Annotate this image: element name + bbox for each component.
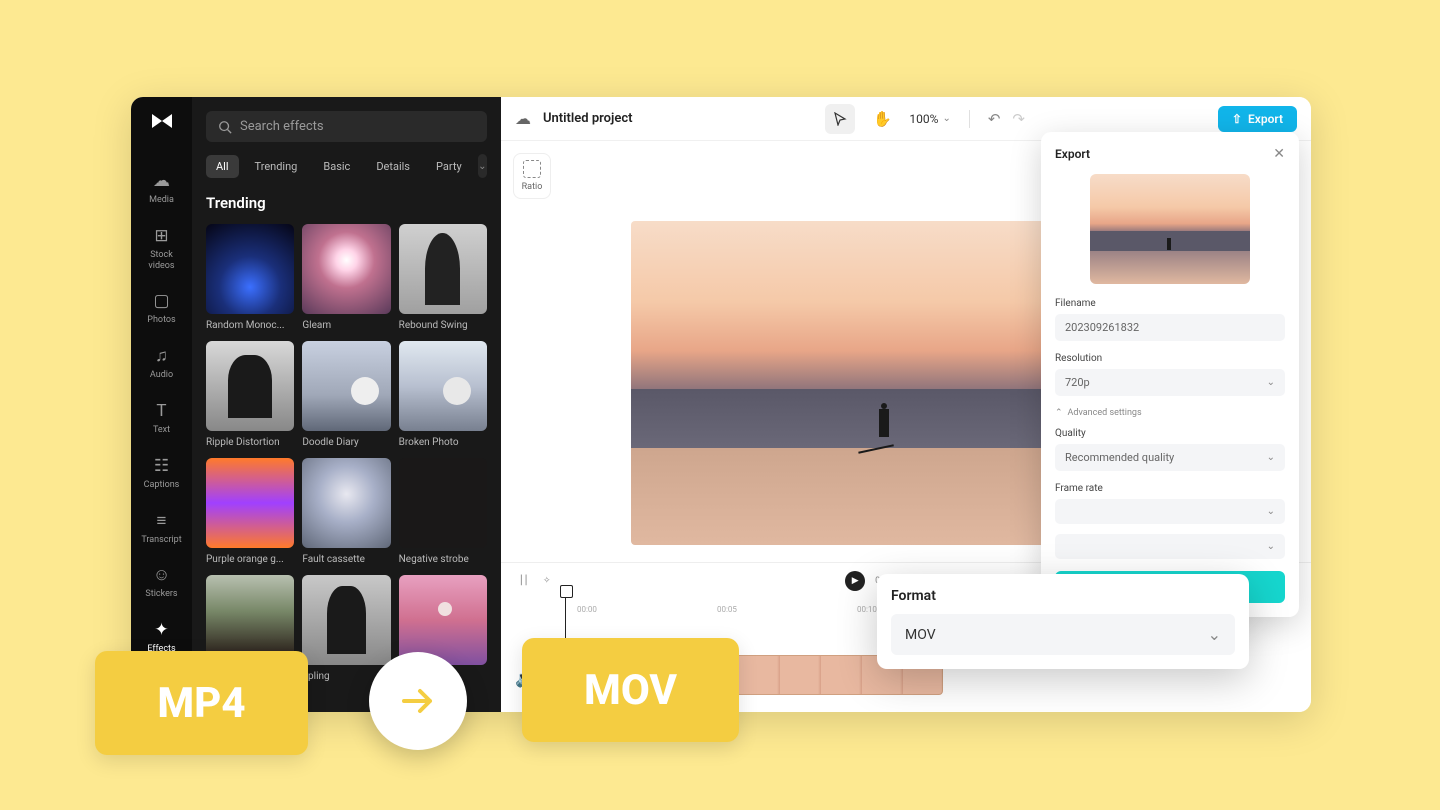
chevron-down-icon: ⌄	[1267, 452, 1275, 463]
play-button[interactable]: ▶	[845, 571, 865, 591]
effect-thumb	[206, 341, 294, 431]
rail-audio[interactable]: ♫Audio	[131, 336, 192, 391]
search-icon	[218, 120, 232, 134]
filter-all[interactable]: All	[206, 155, 239, 178]
rail-stock-videos[interactable]: ⊞Stock videos	[131, 216, 192, 282]
zoom-control[interactable]: 100%⌄	[909, 112, 950, 126]
rail-media[interactable]: ☁Media	[131, 161, 192, 216]
cursor-tool[interactable]	[825, 104, 855, 134]
export-preview	[1090, 174, 1250, 284]
sparkle-icon: ✦	[154, 620, 168, 640]
chevron-down-icon: ⌄	[1208, 625, 1221, 644]
cloud-icon: ☁	[153, 171, 170, 191]
effects-panel: Search effects All Trending Basic Detail…	[192, 97, 501, 712]
captions-icon: ☷	[154, 456, 169, 476]
effect-thumb	[302, 458, 390, 548]
effect-thumb	[302, 575, 390, 665]
effect-item[interactable]: Purple orange g...	[206, 458, 294, 565]
chevron-down-icon: ⌄	[1267, 541, 1275, 552]
quality-label: Quality	[1055, 428, 1285, 439]
cloud-sync-icon[interactable]: ☁	[515, 109, 531, 128]
rail-transcript[interactable]: ≡Transcript	[131, 501, 192, 556]
rail-captions[interactable]: ☷Captions	[131, 446, 192, 501]
effect-item[interactable]: Random Monoc...	[206, 224, 294, 331]
effect-thumb	[206, 458, 294, 548]
search-input[interactable]: Search effects	[206, 111, 487, 142]
extra-select[interactable]: ⌄	[1055, 534, 1285, 559]
filter-more[interactable]: ⌄	[478, 154, 487, 178]
chevron-up-icon: ⌃	[1055, 408, 1063, 418]
rail-stickers[interactable]: ☺Stickers	[131, 555, 192, 610]
effect-thumb	[302, 341, 390, 431]
effects-grid: Random Monoc... Gleam Rebound Swing Ripp…	[206, 224, 487, 682]
effect-item[interactable]: Broken Photo	[399, 341, 487, 448]
app-window: ☁Media ⊞Stock videos ▢Photos ♫Audio TTex…	[131, 97, 1311, 712]
rail-text[interactable]: TText	[131, 391, 192, 446]
filter-trending[interactable]: Trending	[245, 155, 308, 178]
effect-thumb	[399, 224, 487, 314]
app-logo[interactable]	[148, 111, 176, 131]
split-icon[interactable]: ⎮⎮	[519, 576, 528, 586]
ratio-tool[interactable]: Ratio	[513, 153, 551, 199]
image-icon: ▢	[153, 291, 169, 311]
export-button[interactable]: ⇧Export	[1218, 106, 1297, 132]
cursor-icon	[833, 112, 847, 126]
chevron-down-icon: ⌄	[942, 113, 950, 124]
export-title: Export	[1055, 147, 1090, 161]
search-placeholder: Search effects	[240, 119, 324, 134]
filename-input[interactable]	[1055, 314, 1285, 341]
delete-icon[interactable]: ✧	[543, 576, 551, 586]
quality-select[interactable]: Recommended quality⌄	[1055, 444, 1285, 471]
chevron-down-icon: ⌄	[1267, 377, 1275, 388]
framerate-label: Frame rate	[1055, 483, 1285, 494]
advanced-toggle[interactable]: ⌃Advanced settings	[1055, 408, 1285, 418]
left-rail: ☁Media ⊞Stock videos ▢Photos ♫Audio TTex…	[131, 97, 192, 712]
effect-item[interactable]: Negative strobe	[399, 458, 487, 565]
resolution-select[interactable]: 720p⌄	[1055, 369, 1285, 396]
upload-icon: ⇧	[1232, 112, 1242, 126]
filter-details[interactable]: Details	[366, 155, 420, 178]
export-panel: Export ✕ Filename Resolution 720p⌄ ⌃Adva…	[1041, 132, 1299, 617]
section-title: Trending	[206, 194, 487, 212]
filter-party[interactable]: Party	[426, 155, 472, 178]
rail-photos[interactable]: ▢Photos	[131, 281, 192, 336]
effect-thumb	[206, 224, 294, 314]
resolution-label: Resolution	[1055, 353, 1285, 364]
filter-row: All Trending Basic Details Party ⌄	[206, 154, 487, 178]
effect-item[interactable]: Doodle Diary	[302, 341, 390, 448]
arrow-right-icon	[396, 679, 440, 723]
framerate-select[interactable]: ⌄	[1055, 499, 1285, 524]
main-area: ☁ Untitled project ✋ 100%⌄ ↶ ↷ ⇧Export R…	[501, 97, 1311, 712]
effect-thumb	[399, 458, 487, 548]
redo-button[interactable]: ↷	[1012, 110, 1025, 128]
effect-thumb	[302, 224, 390, 314]
hand-icon: ✋	[873, 110, 892, 128]
mp4-badge: MP4	[95, 651, 308, 755]
transcript-icon: ≡	[157, 511, 167, 531]
film-icon: ⊞	[154, 226, 168, 246]
effect-item[interactable]: Ripple Distortion	[206, 341, 294, 448]
filter-basic[interactable]: Basic	[313, 155, 360, 178]
effect-item[interactable]: Fault cassette	[302, 458, 390, 565]
effect-item[interactable]: Rebound Swing	[399, 224, 487, 331]
text-icon: T	[156, 401, 166, 421]
mov-badge: MOV	[522, 638, 739, 742]
format-select[interactable]: MOV ⌄	[891, 614, 1235, 655]
hand-tool[interactable]: ✋	[867, 104, 897, 134]
chevron-down-icon: ⌄	[478, 161, 486, 172]
effect-thumb	[399, 341, 487, 431]
undo-button[interactable]: ↶	[988, 110, 1001, 128]
sticker-icon: ☺	[153, 565, 170, 585]
chevron-down-icon: ⌄	[1267, 506, 1275, 517]
music-icon: ♫	[155, 346, 168, 366]
arrow-circle	[369, 652, 467, 750]
ratio-icon	[523, 160, 541, 178]
close-icon[interactable]: ✕	[1273, 146, 1285, 162]
effect-item[interactable]: opling	[302, 575, 390, 682]
format-popup: Format MOV ⌄	[877, 574, 1249, 669]
project-title[interactable]: Untitled project	[543, 111, 632, 126]
format-label: Format	[891, 588, 1235, 604]
effect-item[interactable]: Gleam	[302, 224, 390, 331]
filename-label: Filename	[1055, 298, 1285, 309]
